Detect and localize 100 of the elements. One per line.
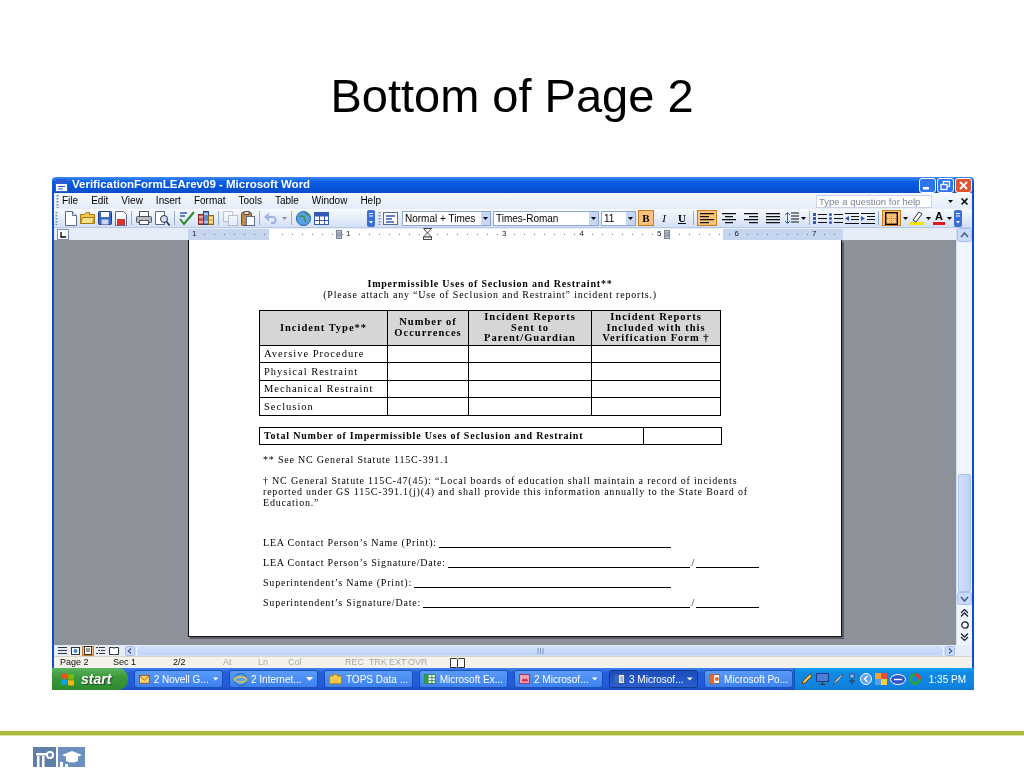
caret-icon xyxy=(592,677,598,681)
grip-icon xyxy=(56,194,59,208)
increase-indent-icon[interactable] xyxy=(861,212,875,224)
grip-icon xyxy=(55,211,58,225)
print-layout-button[interactable] xyxy=(82,645,94,656)
scroll-left-arrow-icon[interactable] xyxy=(125,645,135,656)
save-icon[interactable] xyxy=(98,211,112,225)
answer-cell[interactable] xyxy=(468,345,592,363)
menu-item[interactable]: Window xyxy=(304,194,354,208)
answer-cell[interactable] xyxy=(468,380,592,398)
close-document-icon[interactable] xyxy=(961,197,968,205)
oval-icon[interactable] xyxy=(890,673,906,685)
print-icon[interactable] xyxy=(136,211,152,225)
answer-cell[interactable] xyxy=(468,362,592,380)
align-center-button[interactable] xyxy=(719,210,739,226)
menu-item[interactable]: View xyxy=(114,194,149,208)
style-dropdown[interactable]: Normal + Times xyxy=(402,210,491,226)
ruler-number: 6 xyxy=(733,230,740,238)
square-list-icon[interactable] xyxy=(813,212,827,224)
answer-cell[interactable] xyxy=(468,397,592,415)
underline-button[interactable]: U xyxy=(674,210,690,226)
bullets-icon[interactable] xyxy=(829,212,843,224)
answer-cell[interactable] xyxy=(387,362,469,380)
table-icon[interactable] xyxy=(314,211,329,225)
checkmark-icon[interactable] xyxy=(179,211,195,225)
tiles-icon[interactable] xyxy=(875,673,887,685)
quill-icon[interactable] xyxy=(832,673,844,685)
margin-marker-icon[interactable] xyxy=(336,229,342,239)
menu-item[interactable]: Edit xyxy=(84,194,115,208)
previous-page-icon[interactable] xyxy=(960,609,969,617)
pencil-icon[interactable] xyxy=(801,673,813,685)
start-button[interactable]: start xyxy=(52,668,128,690)
align-right-button[interactable] xyxy=(741,210,761,226)
next-page-icon[interactable] xyxy=(960,633,969,641)
caret-icon[interactable] xyxy=(948,199,953,203)
scroll-thumb[interactable] xyxy=(958,474,971,592)
answer-cell[interactable] xyxy=(387,345,469,363)
outline-view-button[interactable] xyxy=(94,645,107,656)
marked-page-icon[interactable] xyxy=(115,210,127,226)
answer-cell[interactable] xyxy=(591,345,721,363)
toolbar-options-icon[interactable] xyxy=(367,209,375,227)
italic-button[interactable]: I xyxy=(656,210,672,226)
web-layout-button[interactable] xyxy=(69,645,82,656)
browse-object-icon[interactable] xyxy=(960,621,969,629)
ruler-number: 1 xyxy=(345,230,352,238)
menu-item[interactable]: Help xyxy=(353,194,387,208)
normal-view-button[interactable] xyxy=(56,645,69,656)
scroll-right-arrow-icon[interactable] xyxy=(945,645,955,656)
normal-view-icon xyxy=(58,647,67,654)
clock: 1:35 PM xyxy=(928,672,966,687)
bold-button[interactable]: B xyxy=(638,210,654,226)
menu-item[interactable]: Table xyxy=(267,194,305,208)
menu-item[interactable]: Tools xyxy=(231,194,268,208)
font-dropdown[interactable]: Times-Roman xyxy=(493,210,599,226)
border-button[interactable] xyxy=(882,210,901,226)
menu-item[interactable]: Insert xyxy=(148,194,187,208)
line-spacing-icon[interactable] xyxy=(785,212,799,224)
answer-cell[interactable] xyxy=(591,380,721,398)
chevron-icon[interactable] xyxy=(860,673,872,685)
toolbar-options-icon[interactable] xyxy=(953,209,962,227)
answer-cell[interactable] xyxy=(643,427,722,444)
status-text: Col xyxy=(288,658,303,667)
close-icon[interactable] xyxy=(955,177,972,193)
taskbar-button[interactable]: 3 Microsof... xyxy=(609,670,698,688)
framed-lines-icon[interactable] xyxy=(383,211,398,225)
folder-icon[interactable] xyxy=(80,212,95,224)
answer-cell[interactable] xyxy=(591,362,721,380)
reading-layout-button[interactable] xyxy=(107,645,121,656)
answer-cell[interactable] xyxy=(387,397,469,415)
justify-button[interactable] xyxy=(763,210,783,226)
help-search-field[interactable]: Type a question for help xyxy=(816,194,932,208)
border-icon xyxy=(885,211,898,225)
font-size-dropdown[interactable]: 11 xyxy=(601,210,636,226)
font-color-button[interactable]: A xyxy=(933,211,945,225)
monitor-icon[interactable] xyxy=(816,673,829,685)
indent-marker-icon[interactable] xyxy=(422,228,432,240)
caret-icon[interactable] xyxy=(946,216,952,220)
book-icon[interactable] xyxy=(450,657,465,668)
menu-item[interactable]: File xyxy=(59,194,85,208)
caret-icon[interactable] xyxy=(903,216,908,220)
answer-cell[interactable] xyxy=(591,397,721,415)
clipboard-icon[interactable] xyxy=(241,210,255,226)
align-left-button[interactable] xyxy=(697,210,717,226)
caret-icon[interactable] xyxy=(801,216,806,220)
tab-selector-icon[interactable] xyxy=(57,228,69,240)
ruler[interactable]: 1 1 3 4 5 6 7 xyxy=(188,228,843,240)
caret-icon[interactable] xyxy=(926,216,931,220)
books-icon[interactable] xyxy=(198,211,214,225)
figure-icon[interactable] xyxy=(847,673,857,685)
highlighter-icon[interactable] xyxy=(910,211,924,225)
decrease-indent-icon[interactable] xyxy=(845,212,859,224)
globe-icon[interactable] xyxy=(296,210,311,226)
menu-item[interactable]: Format xyxy=(186,194,232,208)
margin-marker-icon[interactable] xyxy=(664,229,671,239)
restore-icon[interactable] xyxy=(937,177,954,193)
vertical-scrollbar[interactable] xyxy=(956,228,972,645)
answer-cell[interactable] xyxy=(387,380,469,398)
new-document-icon[interactable] xyxy=(65,210,77,226)
minimize-icon[interactable] xyxy=(919,177,936,193)
page-magnifier-icon[interactable] xyxy=(155,210,170,226)
